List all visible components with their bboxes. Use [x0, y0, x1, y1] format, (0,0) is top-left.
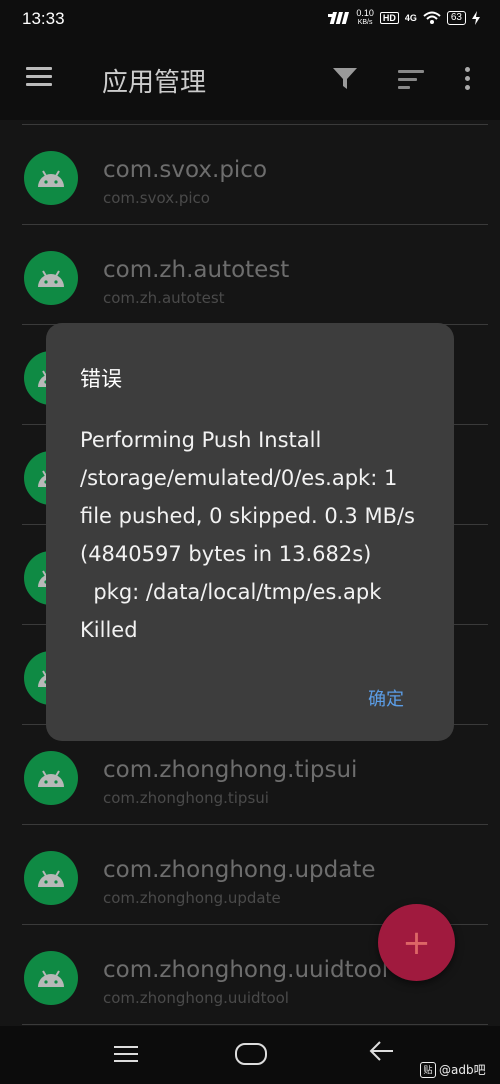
sort-icon[interactable]	[398, 70, 424, 94]
list-divider	[22, 1024, 488, 1025]
home-button[interactable]	[235, 1043, 267, 1065]
status-icons: 0.10 KB/s HD 4G 63	[328, 9, 480, 27]
dialog-message: Performing Push Install /storage/emulate…	[80, 428, 415, 642]
app-package: com.svox.pico	[103, 189, 210, 207]
hd-badge: HD	[379, 12, 399, 24]
app-name: com.svox.pico	[103, 157, 268, 183]
app-package: com.zhonghong.update	[103, 889, 281, 907]
app-name: com.zhonghong.uuidtool	[103, 957, 389, 983]
dialog-ok-button[interactable]: 确定	[368, 685, 404, 711]
watermark-text: @adb吧	[439, 1063, 486, 1077]
app-package: com.zhonghong.tipsui	[103, 789, 269, 807]
app-icon	[24, 751, 78, 805]
app-bar: 应用管理	[0, 40, 500, 120]
watermark: 贴 @adb吧	[420, 1061, 486, 1078]
app-icon	[24, 151, 78, 205]
wifi-icon	[423, 11, 441, 24]
app-package: com.zh.autotest	[103, 289, 225, 307]
app-name: com.zhonghong.tipsui	[103, 757, 358, 783]
battery-level: 63	[446, 11, 466, 25]
network-speed: 0.10 KB/s	[356, 9, 374, 27]
android-icon	[38, 870, 64, 887]
dialog-title: 错误	[80, 367, 122, 391]
more-options-icon[interactable]	[465, 67, 471, 94]
network-speed-value: 0.10	[356, 8, 374, 18]
app-icon	[24, 951, 78, 1005]
signal-strength-icon	[328, 12, 350, 24]
app-package: com.zhonghong.uuidtool	[103, 989, 289, 1007]
app-name: com.zhonghong.update	[103, 857, 376, 883]
android-icon	[38, 270, 64, 287]
watermark-badge: 贴	[420, 1061, 436, 1078]
add-fab-button[interactable]: +	[378, 904, 455, 981]
filter-icon[interactable]	[333, 68, 357, 90]
recent-apps-button[interactable]	[114, 1046, 138, 1067]
app-icon	[24, 851, 78, 905]
charging-icon	[472, 11, 480, 25]
list-item[interactable]: com.svox.pico com.svox.pico	[0, 125, 500, 225]
app-name: com.zh.autotest	[103, 257, 290, 283]
list-item[interactable]: com.zh.autotest com.zh.autotest	[0, 225, 500, 325]
menu-icon[interactable]	[26, 67, 52, 89]
app-icon	[24, 251, 78, 305]
status-time: 13:33	[22, 9, 65, 28]
android-icon	[38, 770, 64, 787]
plus-icon: +	[402, 922, 431, 963]
page-title: 应用管理	[102, 68, 207, 98]
android-icon	[38, 970, 64, 987]
android-icon	[38, 170, 64, 187]
network-type: 4G	[404, 13, 417, 23]
error-dialog: 错误 Performing Push Install /storage/emul…	[46, 323, 454, 741]
network-speed-unit: KB/s	[357, 19, 373, 26]
status-bar: 13:33 0.10 KB/s HD 4G 63	[0, 0, 500, 40]
back-button[interactable]	[368, 1040, 394, 1062]
